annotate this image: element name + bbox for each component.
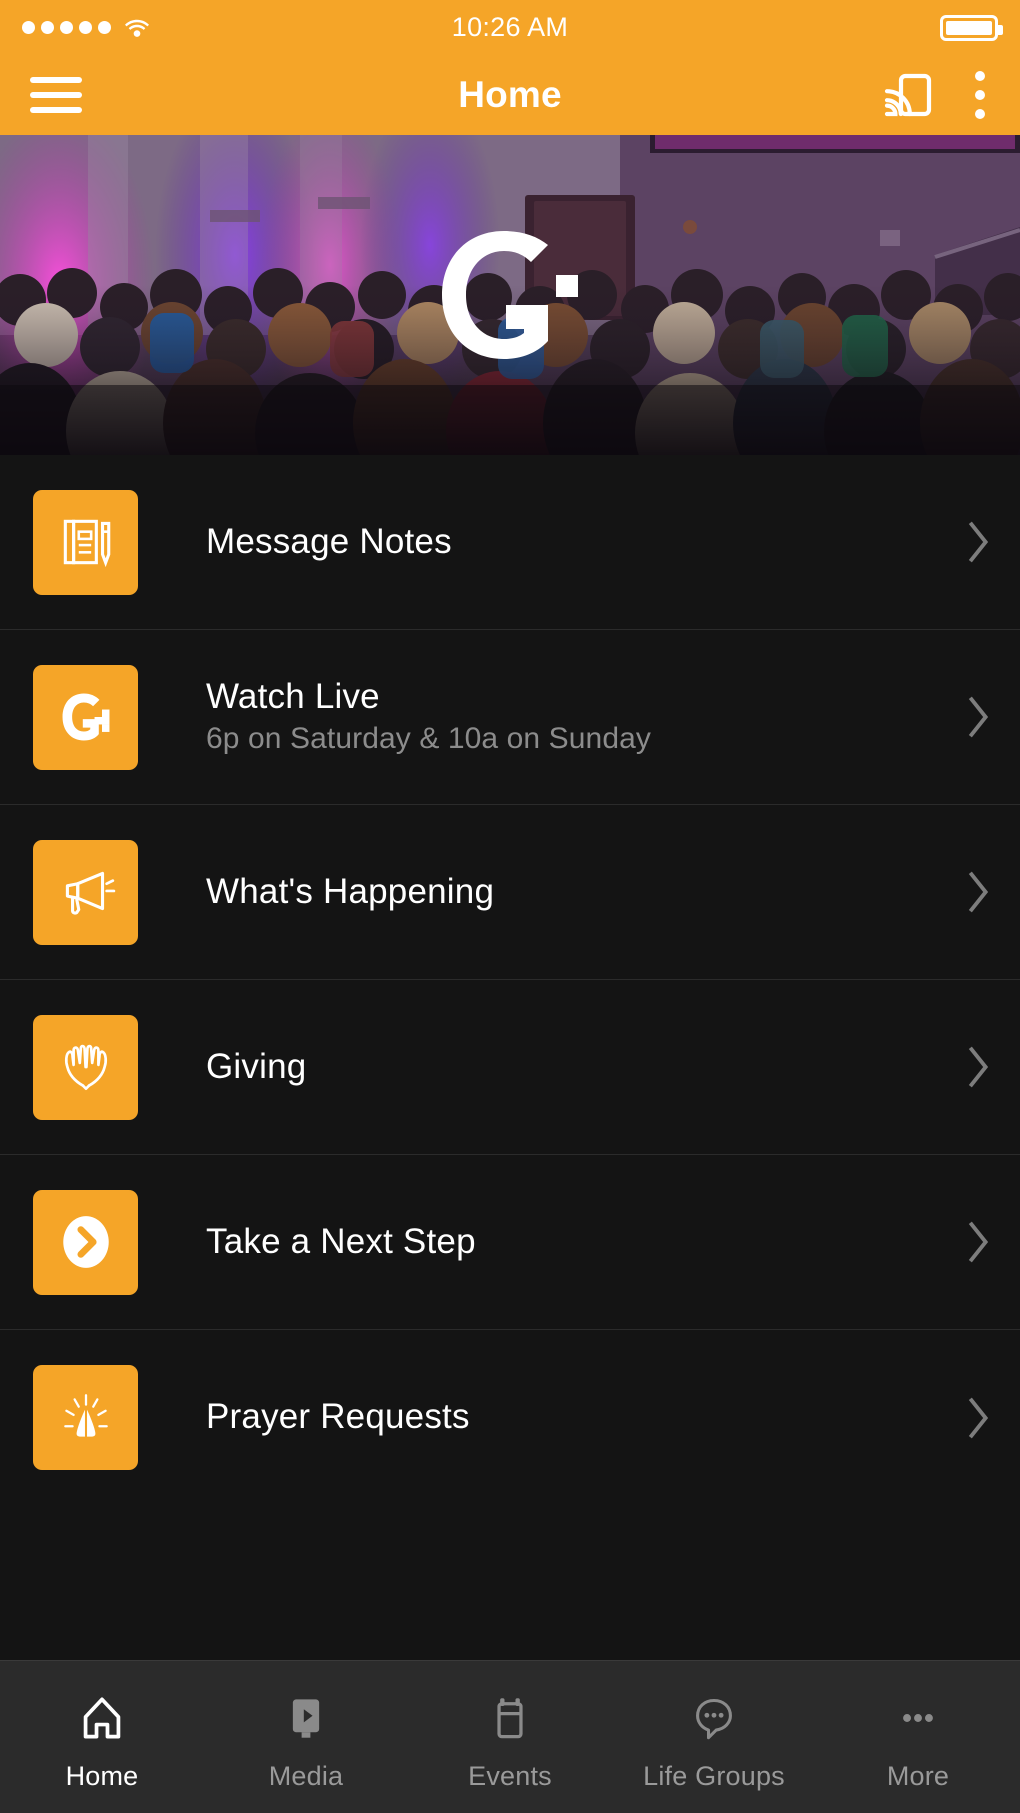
open-hands-icon xyxy=(33,1014,138,1120)
page-title: Home xyxy=(458,74,562,115)
navbar-actions xyxy=(884,67,990,123)
hamburger-menu-icon[interactable] xyxy=(30,75,82,115)
hero-banner[interactable] xyxy=(0,135,1020,455)
tab-life-groups[interactable]: Life Groups xyxy=(612,1661,816,1813)
tab-label: Media xyxy=(268,1760,344,1791)
calendar-icon xyxy=(488,1689,532,1747)
chevron-right-icon xyxy=(966,1219,990,1265)
overflow-menu-icon[interactable] xyxy=(970,67,990,123)
tab-label: More xyxy=(886,1760,950,1791)
list-item-take-a-next-step[interactable]: Take a Next Step xyxy=(0,1155,1020,1330)
list-item-whats-happening[interactable]: What's Happening xyxy=(0,805,1020,980)
speech-bubble-dots-icon xyxy=(692,1689,736,1747)
praying-hands-icon xyxy=(33,1365,138,1470)
tab-events[interactable]: Events xyxy=(408,1661,612,1813)
tab-more[interactable]: More xyxy=(816,1661,1020,1813)
list-item-message-notes[interactable]: Message Notes xyxy=(0,455,1020,630)
list-item-title: Message Notes xyxy=(206,521,452,561)
list-item-text: Watch Live 6p on Saturday & 10a on Sunda… xyxy=(206,677,651,757)
chevron-right-icon xyxy=(966,694,990,740)
list-item-giving[interactable]: Giving xyxy=(0,980,1020,1155)
list-item-text: Prayer Requests xyxy=(206,1397,470,1437)
list-item-text: Take a Next Step xyxy=(206,1222,476,1262)
chromecast-icon[interactable] xyxy=(884,73,932,117)
tab-label: Events xyxy=(468,1760,552,1791)
tab-label: Life Groups xyxy=(643,1760,785,1791)
status-bar-right xyxy=(940,14,1003,41)
circle-chevron-icon xyxy=(33,1189,138,1295)
bottom-tab-bar: Home Media Events Life Groups More xyxy=(0,1660,1020,1813)
home-menu-list: Message Notes Watch Live 6p on Saturday … xyxy=(0,455,1020,1660)
list-item-title: Watch Live xyxy=(206,677,380,717)
list-item-title: Take a Next Step xyxy=(206,1221,476,1261)
tab-label: Home xyxy=(65,1760,139,1791)
chevron-right-icon xyxy=(966,519,990,565)
chevron-right-icon xyxy=(966,1044,990,1090)
status-bar: 10:26 AM xyxy=(0,0,1020,55)
list-item-watch-live[interactable]: Watch Live 6p on Saturday & 10a on Sunda… xyxy=(0,630,1020,805)
list-item-text: Giving xyxy=(206,1047,306,1087)
list-item-prayer-requests[interactable]: Prayer Requests xyxy=(0,1330,1020,1505)
list-item-title: Giving xyxy=(206,1046,307,1086)
app-screen: 10:26 AM Home Message Notes Watch Live 6… xyxy=(0,0,1020,1813)
ellipsis-icon xyxy=(896,1689,940,1747)
notebook-pencil-icon xyxy=(33,489,138,595)
app-navbar: Home xyxy=(0,55,1020,135)
list-item-subtitle: 6p on Saturday & 10a on Sunday xyxy=(206,722,652,756)
list-item-title: What's Happening xyxy=(206,871,495,911)
home-icon xyxy=(80,1689,124,1747)
battery-full-icon xyxy=(940,14,1003,41)
media-device-play-icon xyxy=(284,1689,328,1747)
megaphone-icon xyxy=(33,839,138,945)
tab-home[interactable]: Home xyxy=(0,1661,204,1813)
chevron-right-icon xyxy=(966,1395,990,1441)
status-bar-clock: 10:26 AM xyxy=(451,12,569,42)
g-church-logo xyxy=(0,135,1020,455)
list-item-text: Message Notes xyxy=(206,522,452,562)
list-item-title: Prayer Requests xyxy=(206,1397,470,1437)
list-item-text: What's Happening xyxy=(206,872,494,912)
chevron-right-icon xyxy=(966,869,990,915)
tab-media[interactable]: Media xyxy=(204,1661,408,1813)
g-logo-icon xyxy=(33,664,138,770)
